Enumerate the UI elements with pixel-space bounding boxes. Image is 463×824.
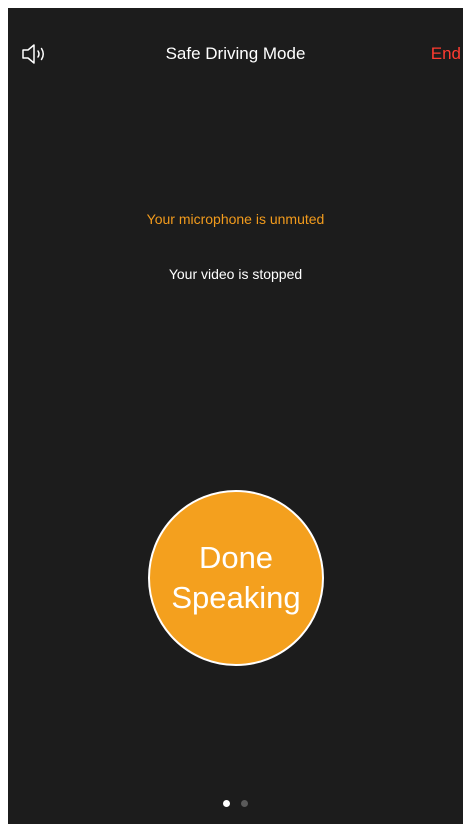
done-speaking-label-line1: Done <box>198 540 274 575</box>
end-meeting-button[interactable]: End <box>431 44 461 64</box>
page-indicator <box>8 800 463 807</box>
page-dot-2[interactable] <box>241 800 248 807</box>
microphone-status-text: Your microphone is unmuted <box>146 211 325 227</box>
done-speaking-label-line2: Speaking <box>171 580 301 615</box>
video-status-text: Your video is stopped <box>168 266 303 282</box>
done-speaking-button[interactable]: Done Speaking <box>148 490 324 666</box>
header-bar: Safe Driving Mode End <box>8 8 463 100</box>
page-title: Safe Driving Mode <box>165 44 306 63</box>
page-dot-1[interactable] <box>223 800 230 807</box>
safe-driving-screen: Safe Driving Mode End Your microphone is… <box>8 8 463 824</box>
